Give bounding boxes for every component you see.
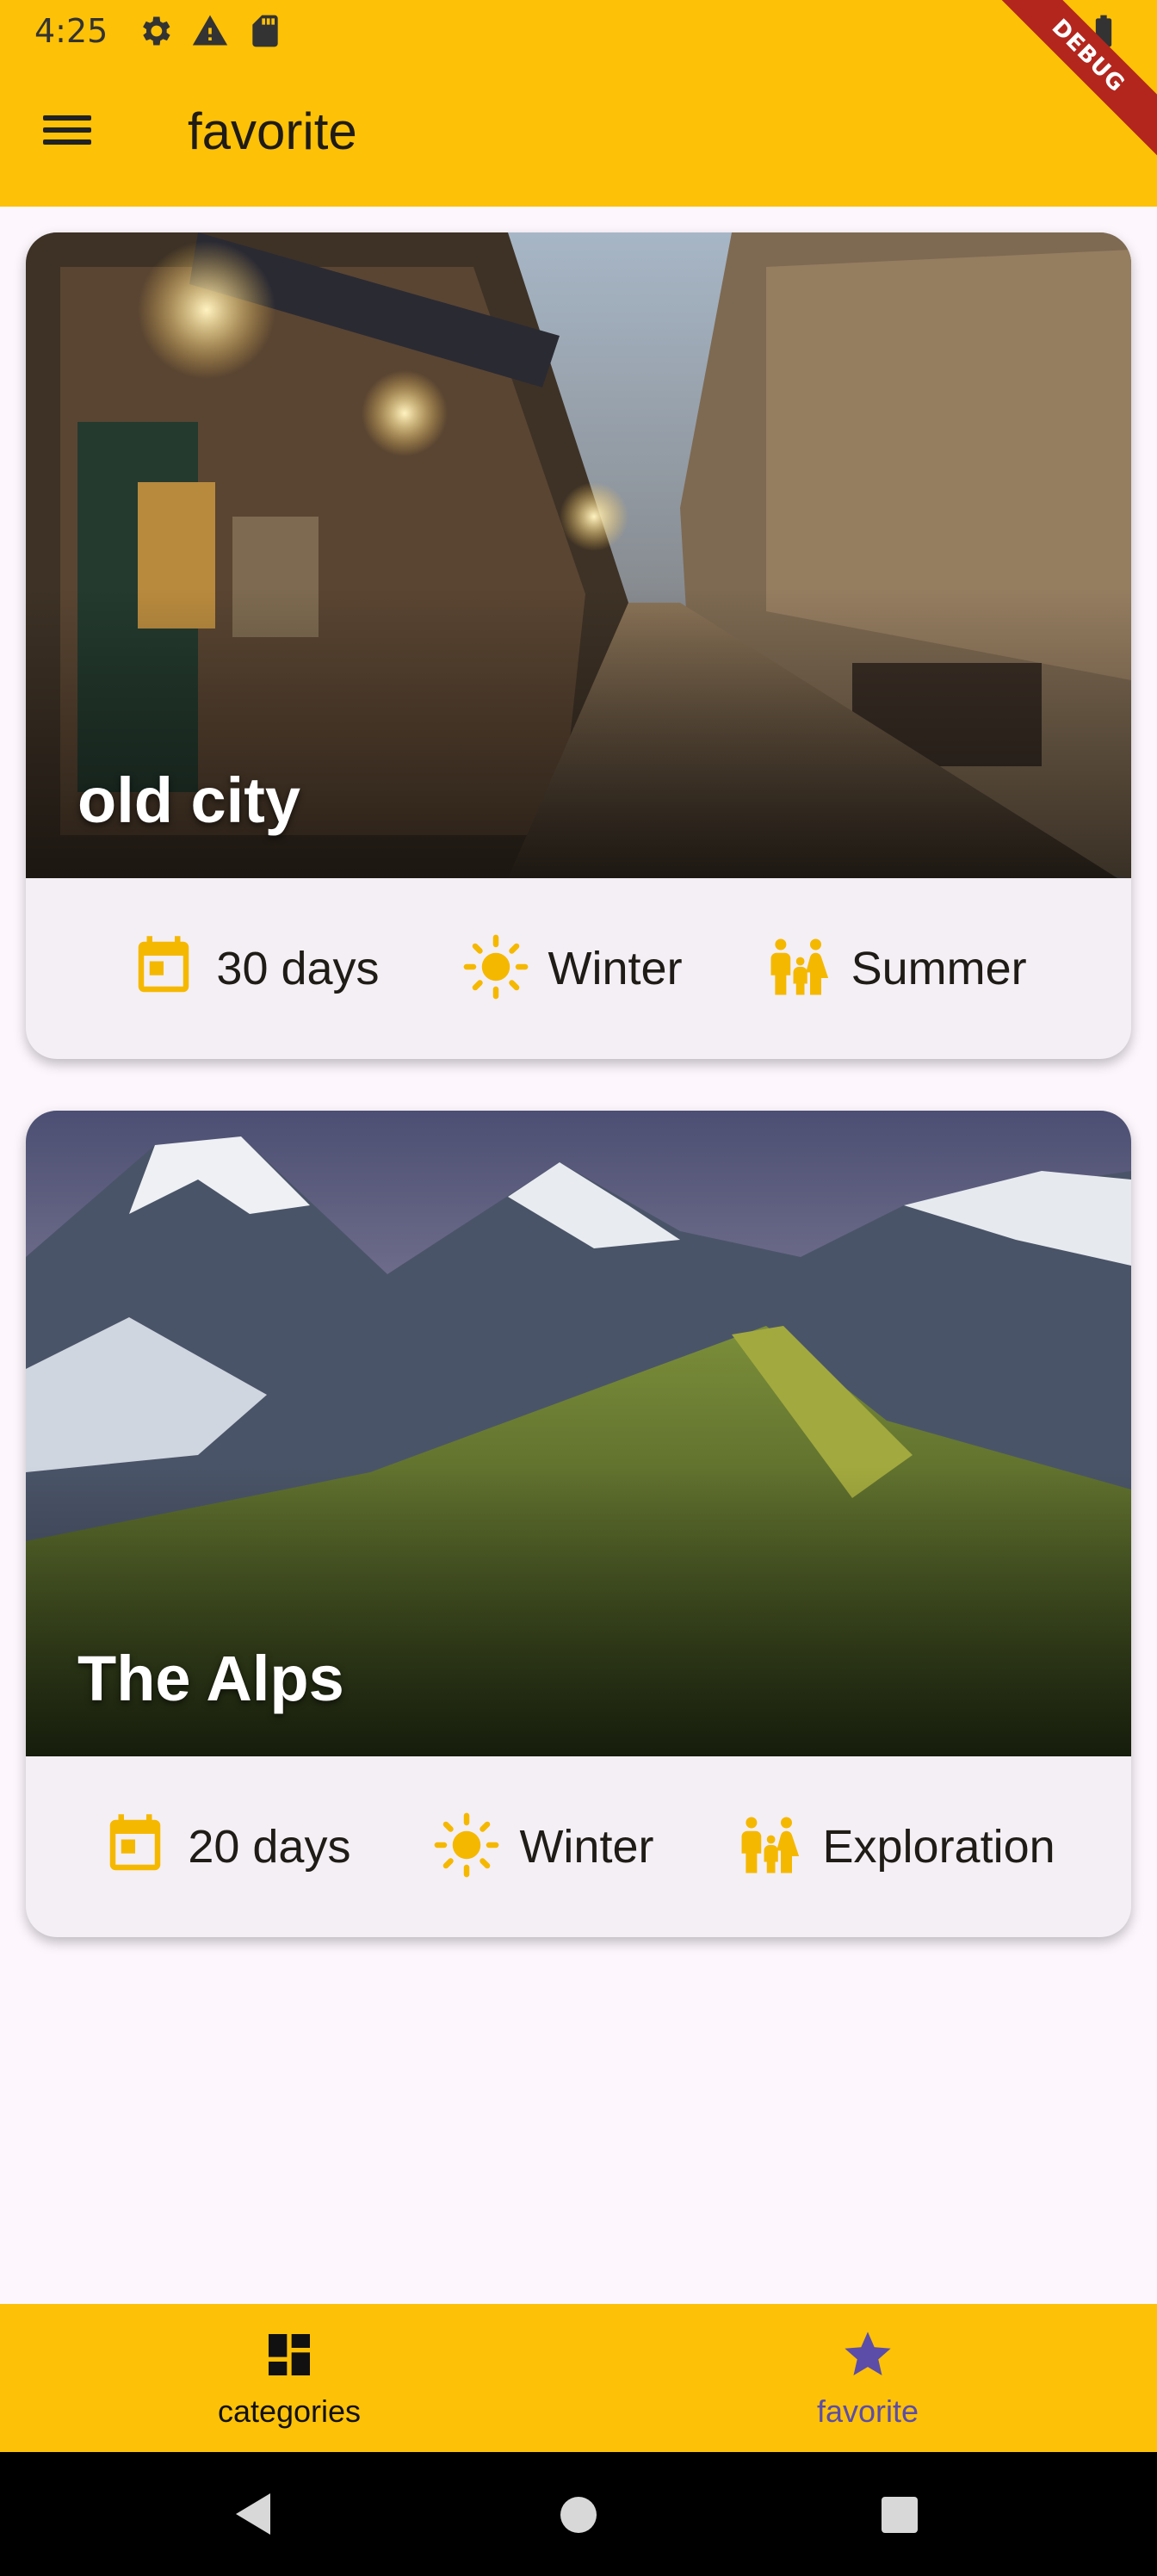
menu-icon[interactable] — [43, 108, 102, 160]
card-meta: 30 days Winter Summer — [26, 878, 1131, 1059]
star-icon — [840, 2327, 895, 2387]
meta-duration: 30 days — [130, 933, 380, 1005]
meta-duration: 20 days — [102, 1811, 350, 1883]
bottom-navigation: categories favorite — [0, 2304, 1157, 2452]
card-title: old city — [77, 765, 301, 836]
family-icon — [765, 933, 832, 1005]
status-bar: 4:25 — [0, 0, 1157, 62]
nav-label: favorite — [816, 2393, 919, 2429]
card-title: The Alps — [77, 1643, 344, 1714]
home-icon[interactable] — [560, 2497, 597, 2533]
trip-type-text: Summer — [851, 943, 1027, 994]
page-title: favorite — [188, 102, 357, 160]
season-text: Winter — [548, 943, 683, 994]
nav-item-favorite[interactable]: favorite — [578, 2304, 1157, 2452]
duration-text: 20 days — [188, 1821, 351, 1873]
system-navigation-bar — [0, 2452, 1157, 2576]
gear-icon — [136, 12, 174, 54]
nav-label: categories — [217, 2393, 362, 2429]
sun-icon — [433, 1811, 500, 1883]
card-image-old-city: old city — [26, 232, 1131, 878]
top-bar: 4:25 DEBUG favorite — [0, 0, 1157, 207]
calendar-icon — [130, 933, 197, 1005]
status-time: 4:25 — [34, 12, 108, 50]
meta-trip-type: Exploration — [736, 1811, 1055, 1883]
meta-season: Winter — [433, 1811, 653, 1883]
season-text: Winter — [519, 1821, 654, 1873]
sd-card-icon — [246, 12, 284, 54]
family-icon — [736, 1811, 803, 1883]
back-icon[interactable] — [232, 2492, 274, 2541]
recents-icon[interactable] — [882, 2497, 918, 2533]
status-left-icons — [136, 12, 284, 54]
trip-card[interactable]: old city 30 days Winter Summer — [26, 232, 1131, 1059]
meta-trip-type: Summer — [765, 933, 1027, 1005]
trip-card[interactable]: The Alps 20 days Winter Exploration — [26, 1111, 1131, 1937]
card-meta: 20 days Winter Exploration — [26, 1756, 1131, 1937]
dashboard-icon — [262, 2327, 317, 2387]
sun-icon — [462, 933, 529, 1005]
nav-item-categories[interactable]: categories — [0, 2304, 578, 2452]
app-bar: favorite — [0, 62, 1157, 207]
trip-type-text: Exploration — [822, 1821, 1055, 1873]
meta-season: Winter — [462, 933, 683, 1005]
warning-icon — [191, 12, 229, 54]
card-image-alps: The Alps — [26, 1111, 1131, 1756]
duration-text: 30 days — [216, 943, 380, 994]
calendar-icon — [102, 1811, 169, 1883]
